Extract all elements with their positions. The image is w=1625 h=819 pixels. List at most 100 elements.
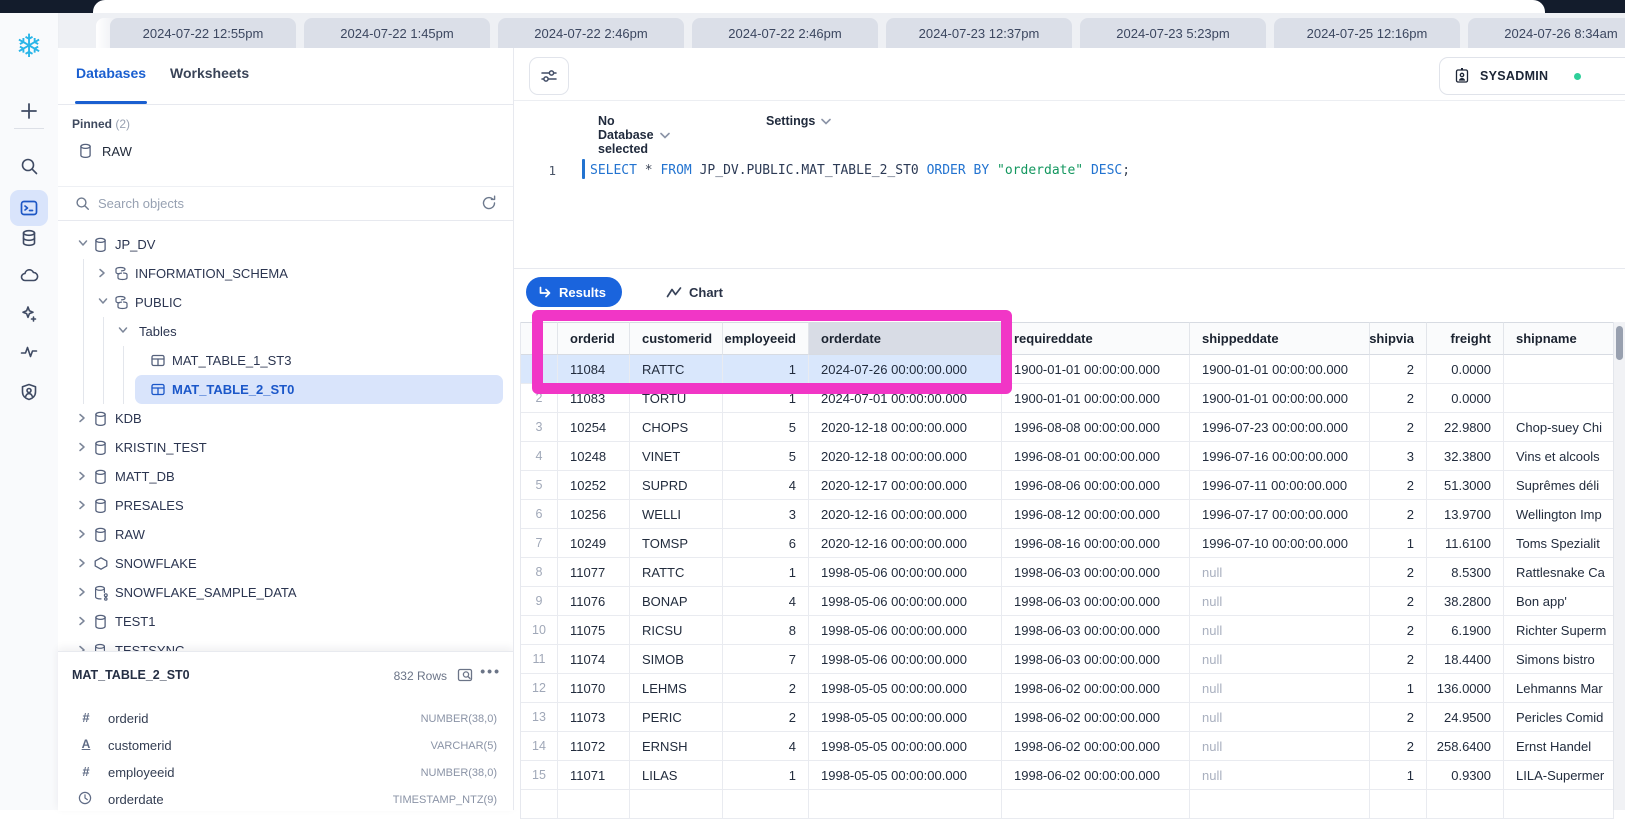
table-row[interactable]: 1511071LILAS11998-05-05 00:00:00.0001998… xyxy=(521,761,1614,790)
cell-employeeid[interactable]: 5 xyxy=(723,442,809,471)
cell-shipname[interactable]: Bon app' xyxy=(1504,587,1614,616)
row-number-cell[interactable]: 6 xyxy=(521,500,558,529)
cell-requireddate[interactable]: 1996-08-01 00:00:00.000 xyxy=(1002,442,1190,471)
cell-freight[interactable]: 0.0000 xyxy=(1427,355,1504,384)
cell-orderdate[interactable]: 2020-12-17 00:00:00.000 xyxy=(809,471,1002,500)
cell-orderid[interactable]: 11075 xyxy=(558,616,630,645)
row-number-cell[interactable]: 4 xyxy=(521,442,558,471)
cell-orderid[interactable]: 10248 xyxy=(558,442,630,471)
cell-orderdate[interactable]: 2020-12-16 00:00:00.000 xyxy=(809,529,1002,558)
cell-freight[interactable]: 32.3800 xyxy=(1427,442,1504,471)
cell-shipvia[interactable]: 1 xyxy=(1370,761,1427,790)
more-options-icon[interactable]: ••• xyxy=(480,663,501,679)
cell-shipname[interactable]: Ernst Handel xyxy=(1504,732,1614,761)
window-tab[interactable]: 2024-07-26 8:34am xyxy=(1468,18,1625,48)
chevron-right-icon[interactable] xyxy=(98,268,106,278)
cell-orderid[interactable]: 10249 xyxy=(558,529,630,558)
cell-shippeddate[interactable]: 1996-07-16 00:00:00.000 xyxy=(1190,442,1370,471)
cell-employeeid[interactable]: 1 xyxy=(723,384,809,413)
plus-icon[interactable] xyxy=(0,101,58,121)
row-number-cell[interactable]: 14 xyxy=(521,732,558,761)
cell-freight[interactable]: 24.9500 xyxy=(1427,703,1504,732)
tab-worksheets[interactable]: Worksheets xyxy=(170,65,249,81)
table-row[interactable]: 1211070LEHMS21998-05-05 00:00:00.0001998… xyxy=(521,674,1614,703)
cell-customerid[interactable]: TOMSP xyxy=(630,529,723,558)
cell-customerid[interactable]: WELLI xyxy=(630,500,723,529)
window-tab[interactable]: 2024-07-25 12:16pm xyxy=(1274,18,1460,48)
row-number-cell[interactable]: 8 xyxy=(521,558,558,587)
chevron-right-icon[interactable] xyxy=(78,529,86,539)
cell-orderdate[interactable]: 2020-12-16 00:00:00.000 xyxy=(809,500,1002,529)
admin-shield-icon[interactable] xyxy=(0,382,58,402)
cell-orderdate[interactable]: 2020-12-18 00:00:00.000 xyxy=(809,442,1002,471)
cell-orderid[interactable]: 10254 xyxy=(558,413,630,442)
cell-requireddate[interactable]: 1996-08-12 00:00:00.000 xyxy=(1002,500,1190,529)
cell-orderid[interactable]: 11076 xyxy=(558,587,630,616)
column-header-shippeddate[interactable]: shippeddate xyxy=(1190,322,1370,355)
row-number-cell[interactable]: 5 xyxy=(521,471,558,500)
row-number-cell[interactable]: 2 xyxy=(521,384,558,413)
cell-shipname[interactable] xyxy=(1504,384,1614,413)
table-row[interactable]: 610256WELLI32020-12-16 00:00:00.0001996-… xyxy=(521,500,1614,529)
cell-customerid[interactable]: LEHMS xyxy=(630,674,723,703)
results-scrollbar[interactable] xyxy=(1613,322,1625,810)
chevron-right-icon[interactable] xyxy=(78,616,86,626)
tab-results[interactable]: Results xyxy=(526,277,622,307)
cell-employeeid[interactable]: 2 xyxy=(723,674,809,703)
schema-field-employeeid[interactable]: #employeeidNUMBER(38,0) xyxy=(58,759,513,786)
cell-orderdate[interactable]: 1998-05-05 00:00:00.000 xyxy=(809,674,1002,703)
cell-orderid[interactable]: 10252 xyxy=(558,471,630,500)
cell-orderdate[interactable]: 2024-07-01 00:00:00.000 xyxy=(809,384,1002,413)
activity-pulse-icon[interactable] xyxy=(0,342,58,362)
tree-item-kristin_test[interactable]: KRISTIN_TEST xyxy=(58,433,513,462)
cell-shipname[interactable]: Rattlesnake Ca xyxy=(1504,558,1614,587)
cell-requireddate[interactable]: 1900-01-01 00:00:00.000 xyxy=(1002,384,1190,413)
tab-chart[interactable]: Chart xyxy=(666,277,723,307)
cell-shippeddate[interactable]: 1996-07-11 00:00:00.000 xyxy=(1190,471,1370,500)
cell-orderid[interactable]: 11084 xyxy=(558,355,630,384)
table-row[interactable]: 1311073PERIC21998-05-05 00:00:00.0001998… xyxy=(521,703,1614,732)
worksheet-filters-button[interactable] xyxy=(529,57,569,95)
table-row[interactable]: 811077RATTC11998-05-06 00:00:00.0001998-… xyxy=(521,558,1614,587)
tree-item-raw[interactable]: RAW xyxy=(58,520,513,549)
cell-shipvia[interactable]: 3 xyxy=(1370,442,1427,471)
cell-employeeid[interactable]: 4 xyxy=(723,587,809,616)
cell-customerid[interactable]: SIMOB xyxy=(630,645,723,674)
search-icon[interactable] xyxy=(0,156,58,176)
search-objects-row[interactable]: Search objects xyxy=(58,186,513,221)
cell-shipname[interactable]: LILA-Supermer xyxy=(1504,761,1614,790)
cell-shipname[interactable] xyxy=(1504,355,1614,384)
cell-shippeddate[interactable]: 1900-01-01 00:00:00.000 xyxy=(1190,355,1370,384)
table-row[interactable]: 710249TOMSP62020-12-16 00:00:00.0001996-… xyxy=(521,529,1614,558)
cell-shippeddate[interactable]: 1900-01-01 00:00:00.000 xyxy=(1190,384,1370,413)
cell-orderid[interactable]: 11072 xyxy=(558,732,630,761)
chevron-right-icon[interactable] xyxy=(78,413,86,423)
schema-field-customerid[interactable]: AcustomeridVARCHAR(5) xyxy=(58,732,513,759)
window-tab[interactable]: 2024-07-23 5:23pm xyxy=(1080,18,1266,48)
cell-shipvia[interactable]: 2 xyxy=(1370,703,1427,732)
cloud-icon[interactable] xyxy=(0,266,58,286)
settings-dropdown[interactable]: Settings xyxy=(766,114,831,128)
cell-shippeddate[interactable]: null xyxy=(1190,616,1370,645)
cell-freight[interactable]: 38.2800 xyxy=(1427,587,1504,616)
tree-item-jp_dv[interactable]: JP_DV xyxy=(58,230,513,259)
cell-freight[interactable]: 258.6400 xyxy=(1427,732,1504,761)
column-header-orderdate[interactable]: orderdate xyxy=(809,322,1002,355)
window-tab[interactable]: 2024-07-22 2:46pm xyxy=(692,18,878,48)
chevron-right-icon[interactable] xyxy=(78,558,86,568)
cell-customerid[interactable]: LILAS xyxy=(630,761,723,790)
cell-shipname[interactable]: Lehmanns Mar xyxy=(1504,674,1614,703)
cell-employeeid[interactable]: 1 xyxy=(723,558,809,587)
cell-shipvia[interactable]: 1 xyxy=(1370,529,1427,558)
row-number-cell[interactable]: 13 xyxy=(521,703,558,732)
row-number-cell[interactable]: 7 xyxy=(521,529,558,558)
row-number-cell[interactable]: 3 xyxy=(521,413,558,442)
cell-orderdate[interactable]: 1998-05-06 00:00:00.000 xyxy=(809,587,1002,616)
cell-requireddate[interactable]: 1998-06-03 00:00:00.000 xyxy=(1002,587,1190,616)
chevron-right-icon[interactable] xyxy=(78,587,86,597)
cell-requireddate[interactable]: 1996-08-16 00:00:00.000 xyxy=(1002,529,1190,558)
column-header-shipvia[interactable]: shipvia xyxy=(1370,322,1427,355)
cell-customerid[interactable]: SUPRD xyxy=(630,471,723,500)
cell-customerid[interactable]: CHOPS xyxy=(630,413,723,442)
cell-customerid[interactable]: TORTU xyxy=(630,384,723,413)
